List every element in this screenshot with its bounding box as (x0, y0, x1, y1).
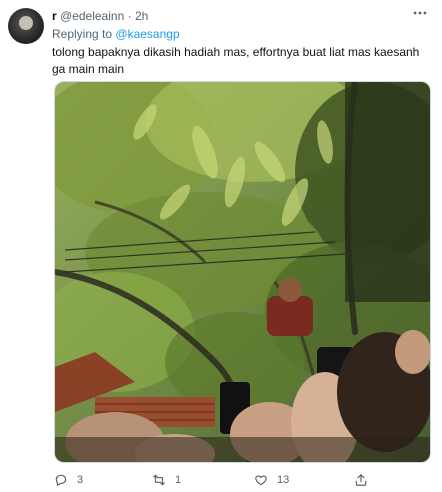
replying-prefix: Replying to (52, 27, 113, 41)
like-count: 13 (277, 474, 290, 486)
retweet-icon (152, 473, 166, 487)
tweet-text: tolong bapaknya dikasih hadiah mas, effo… (52, 45, 420, 76)
retweet-button[interactable]: 1 (152, 471, 181, 489)
tweet-header: r @edeleainn · 2h (52, 9, 148, 24)
more-horizontal-icon[interactable] (410, 6, 430, 20)
heart-icon (254, 473, 268, 487)
display-name[interactable]: r (52, 9, 57, 23)
tweet-media-image[interactable] (54, 81, 431, 463)
retweet-count: 1 (175, 474, 182, 486)
reply-button[interactable]: 3 (54, 471, 83, 489)
avatar-face (19, 16, 33, 30)
avatar[interactable] (8, 8, 44, 44)
replying-to: Replying to @kaesangp (52, 27, 180, 42)
comment-icon (54, 473, 68, 487)
tweet[interactable]: r @edeleainn · 2h Replying to @kaesangp … (0, 0, 442, 492)
reply-count: 3 (77, 474, 84, 486)
like-button[interactable]: 13 (254, 471, 289, 489)
share-icon (354, 473, 368, 487)
share-button[interactable] (354, 471, 377, 489)
tweet-actions: 3 1 13 (54, 471, 434, 489)
user-handle[interactable]: @edeleainn (60, 9, 124, 23)
tweet-timestamp[interactable]: 2h (135, 9, 148, 23)
replying-mention-link[interactable]: @kaesangp (115, 27, 179, 41)
separator-dot: · (127, 9, 132, 23)
